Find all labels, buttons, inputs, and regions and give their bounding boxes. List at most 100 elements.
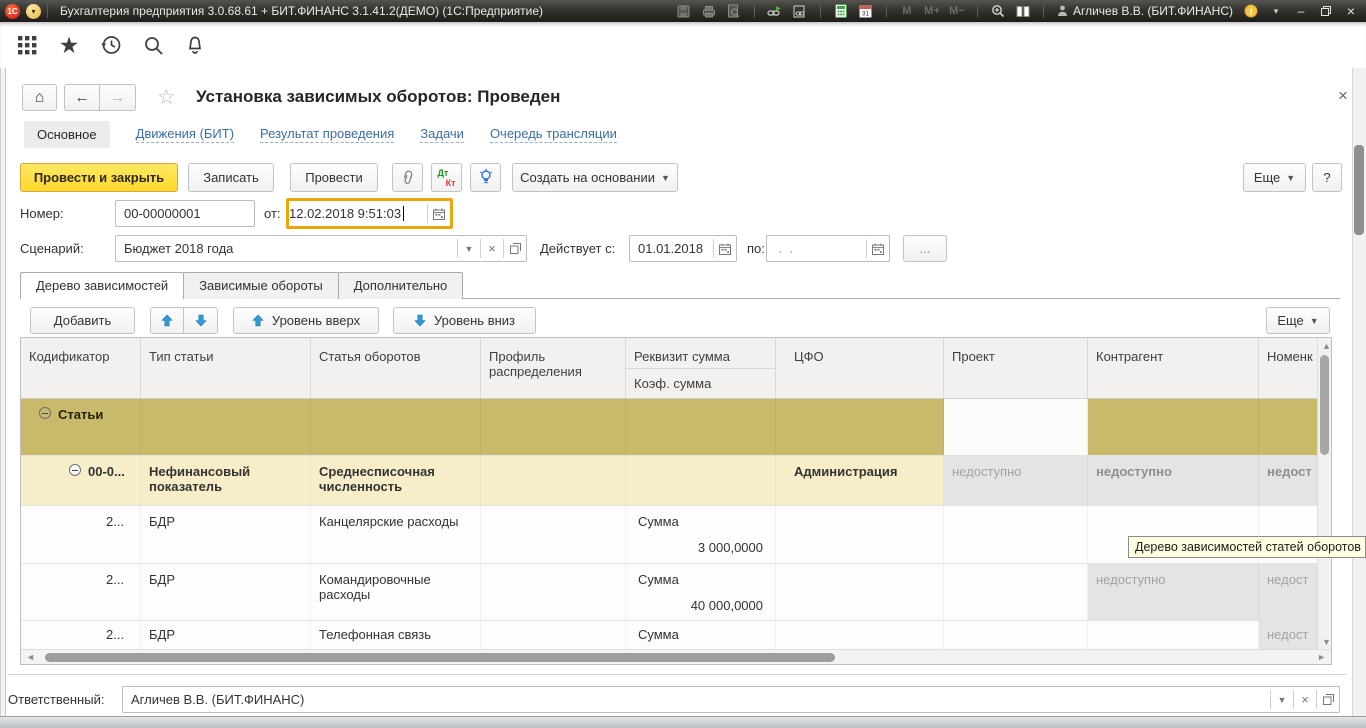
attachments-button[interactable] — [392, 163, 423, 192]
nav-item-movements[interactable]: Движения (БИТ) — [136, 126, 234, 143]
collapse-icon[interactable] — [69, 464, 81, 476]
favorites-icon[interactable]: ★ — [56, 32, 82, 58]
responsible-field[interactable]: Агличев В.В. (БИТ.ФИНАНС) ▼ × — [122, 686, 1340, 713]
table-more-button[interactable]: Еще ▼ — [1266, 307, 1330, 334]
scenario-dropdown-icon[interactable]: ▼ — [458, 236, 480, 261]
scroll-right-icon[interactable]: ► — [1317, 653, 1326, 662]
titlebar-more-icon[interactable]: ▾ — [1265, 3, 1287, 19]
column-header-attr-sum[interactable]: Реквизит сумма — [626, 338, 775, 369]
text-cursor — [403, 206, 404, 221]
column-header-codifier[interactable]: Кодификатор — [21, 338, 141, 398]
memory-m-minus-icon[interactable]: M− — [946, 5, 968, 17]
form-vertical-scrollbar-thumb[interactable] — [1354, 145, 1364, 235]
print-icon[interactable] — [698, 3, 720, 19]
scenario-field[interactable]: Бюджет 2018 года ▼ × — [115, 235, 527, 262]
info-icon[interactable]: i — [1240, 3, 1262, 19]
column-header-article[interactable]: Статья оборотов — [311, 338, 481, 398]
form-navigation: Основное Движения (БИТ) Результат провед… — [24, 120, 617, 148]
add-button[interactable]: Добавить — [30, 307, 135, 334]
split-window-icon[interactable] — [1012, 3, 1034, 19]
search-icon[interactable] — [140, 32, 166, 58]
valid-from-field[interactable]: 01.01.2018 — [629, 235, 737, 262]
minimize-button[interactable]: – — [1290, 3, 1312, 19]
more-button[interactable]: Еще ▼ — [1243, 163, 1306, 192]
tree-row-expense[interactable]: 2... БДР Командировочные расходы Сумма 4… — [21, 564, 1331, 621]
memory-m-plus-icon[interactable]: M+ — [921, 5, 943, 17]
level-up-button[interactable]: Уровень вверх — [233, 307, 379, 334]
calendar-picker-icon[interactable] — [714, 236, 736, 261]
tree-row-expense[interactable]: 2... БДР Телефонная связь Сумма недост — [21, 621, 1331, 651]
table-vertical-scrollbar-thumb[interactable] — [1320, 355, 1329, 455]
post-and-close-button[interactable]: Провести и закрыть — [20, 163, 178, 192]
post-button[interactable]: Провести — [290, 163, 378, 192]
scenario-open-icon[interactable] — [504, 236, 526, 261]
responsible-clear-icon[interactable]: × — [1294, 687, 1316, 712]
nav-item-posting-result[interactable]: Результат проведения — [260, 126, 394, 143]
calendar-picker-icon[interactable] — [867, 236, 889, 261]
column-header-nomenclature[interactable]: Номенк — [1259, 338, 1318, 398]
date-field[interactable]: 12.02.2018 9:51:03 — [286, 198, 453, 229]
collapse-icon[interactable] — [39, 407, 51, 419]
move-up-button[interactable] — [150, 307, 184, 334]
idea-button[interactable] — [470, 163, 501, 192]
form-close-button[interactable]: × — [1338, 86, 1348, 106]
maximize-button[interactable] — [1315, 3, 1337, 19]
memory-m-icon[interactable]: M — [896, 5, 918, 17]
move-down-button[interactable] — [184, 307, 218, 334]
dtkt-button[interactable]: Дт Кт — [431, 163, 462, 192]
forward-button[interactable]: → — [100, 84, 136, 111]
1c-logo-icon: 1С — [5, 4, 20, 19]
period-more-button[interactable]: ... — [903, 235, 947, 262]
tree-row-group[interactable]: Статьи — [21, 399, 1331, 456]
table-horizontal-scrollbar-thumb[interactable] — [45, 653, 835, 662]
column-header-contractor[interactable]: Контрагент — [1088, 338, 1259, 398]
calendar-icon[interactable]: 31 — [855, 3, 877, 19]
home-button[interactable]: ⌂ — [22, 84, 57, 111]
back-button[interactable]: ← — [64, 84, 100, 111]
system-menu-button[interactable]: ▾ — [26, 4, 41, 19]
help-button[interactable]: ? — [1312, 163, 1342, 192]
number-field[interactable]: 00-00000001 — [115, 200, 255, 227]
column-header-article-type[interactable]: Тип статьи — [141, 338, 311, 398]
tab-additional[interactable]: Дополнительно — [338, 272, 464, 299]
history-icon[interactable] — [98, 32, 124, 58]
current-user[interactable]: Агличев В.В. (БИТ.ФИНАНС) — [1057, 4, 1233, 18]
scroll-left-icon[interactable]: ◄ — [26, 653, 35, 662]
calendar-picker-icon[interactable] — [428, 201, 450, 226]
arrow-up-icon — [161, 314, 173, 327]
responsible-dropdown-icon[interactable]: ▼ — [1271, 687, 1293, 712]
nav-item-main[interactable]: Основное — [24, 121, 110, 148]
main-menu-icon[interactable] — [14, 32, 40, 58]
tab-dependency-tree[interactable]: Дерево зависимостей — [20, 272, 184, 299]
valid-to-field[interactable]: . . — [766, 235, 890, 262]
create-on-basis-button[interactable]: Создать на основании ▼ — [512, 163, 678, 192]
get-link-icon[interactable] — [764, 3, 786, 19]
table-vertical-scrollbar[interactable]: ▲ ▼ — [1317, 338, 1331, 651]
column-header-profile[interactable]: Профиль распределения — [481, 338, 626, 398]
window-close-button[interactable]: × — [1340, 3, 1362, 19]
calculator-icon[interactable] — [830, 3, 852, 19]
column-header-cfo[interactable]: ЦФО — [776, 338, 944, 398]
scroll-up-icon[interactable]: ▲ — [1322, 342, 1331, 351]
favorite-star-icon[interactable]: ☆ — [157, 85, 176, 110]
home-icon: ⌂ — [35, 89, 45, 107]
tree-row-indicator[interactable]: 00-0... Нефинансовый показатель Среднесп… — [21, 456, 1331, 506]
nav-item-tasks[interactable]: Задачи — [420, 126, 464, 143]
nav-item-translation-queue[interactable]: Очередь трансляции — [490, 126, 617, 143]
paperclip-icon — [401, 170, 414, 186]
zoom-icon[interactable] — [987, 3, 1009, 19]
write-button[interactable]: Записать — [188, 163, 274, 192]
page-title: Установка зависимых оборотов: Проведен — [196, 87, 560, 107]
column-header-project[interactable]: Проект — [944, 338, 1088, 398]
level-down-button[interactable]: Уровень вниз — [393, 307, 536, 334]
scenario-clear-icon[interactable]: × — [481, 236, 503, 261]
scroll-down-icon[interactable]: ▼ — [1322, 638, 1331, 647]
tab-dependent-turnovers[interactable]: Зависимые обороты — [183, 272, 339, 299]
notifications-bell-icon[interactable] — [182, 32, 208, 58]
responsible-open-icon[interactable] — [1317, 687, 1339, 712]
table-horizontal-scrollbar[interactable]: ◄ ► — [21, 649, 1331, 664]
print-preview-icon[interactable] — [723, 3, 745, 19]
go-to-link-icon[interactable] — [789, 3, 811, 19]
save-icon[interactable] — [673, 3, 695, 19]
column-header-coef-sum[interactable]: Коэф. сумма — [626, 369, 775, 391]
